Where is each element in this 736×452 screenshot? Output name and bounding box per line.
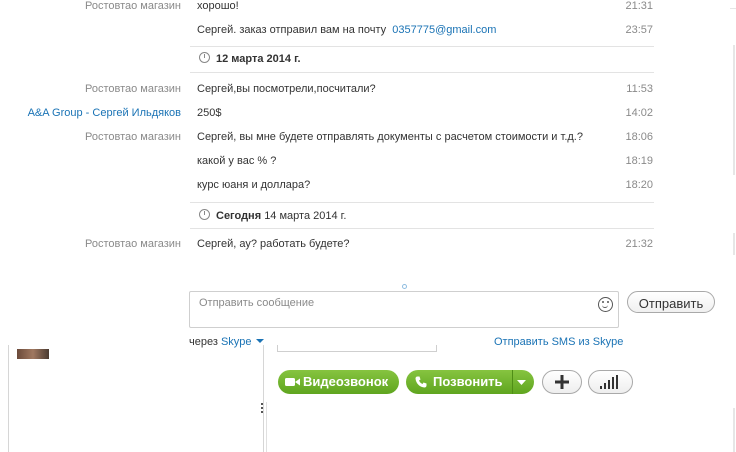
clock-icon (199, 209, 210, 220)
divider (266, 402, 267, 452)
date-separator: Сегодня 14 марта 2014 г. (199, 209, 346, 222)
chevron-down-icon[interactable] (517, 380, 526, 386)
call-quality-button[interactable] (588, 370, 633, 394)
message-time: 18:06 (625, 131, 653, 143)
add-people-button[interactable] (542, 370, 582, 394)
message-text: курс юаня и доллара? (197, 179, 311, 191)
message-input[interactable] (197, 296, 591, 310)
message-text: Сергей,вы посмотрели,посчитали? (197, 83, 376, 95)
plus-icon (555, 375, 569, 389)
window-edge (730, 8, 736, 9)
video-call-label: Видеозвонок (303, 374, 389, 389)
message-text: Сергей, вы мне будете отправлять докумен… (197, 131, 583, 143)
video-call-button[interactable]: Видеозвонок (278, 370, 399, 394)
message-time: 18:20 (625, 179, 653, 191)
clock-icon (199, 52, 210, 63)
divider (190, 228, 654, 229)
message-time: 18:19 (625, 155, 653, 167)
call-button[interactable]: Позвонить (406, 370, 534, 394)
email-link[interactable]: 0357775@gmail.com (392, 24, 496, 36)
message-text: какой у вас % ? (197, 155, 277, 167)
avatar[interactable] (17, 349, 49, 359)
date-label: Сегодня (216, 210, 262, 222)
message-sender: Ростовтао магазин (84, 0, 181, 12)
message-sender: Ростовтао магазин (84, 238, 181, 250)
message-time: 23:57 (625, 24, 653, 36)
message-text: хорошо! (197, 0, 239, 12)
contact-panel (8, 345, 264, 452)
date-separator: 12 марта 2014 г. (199, 52, 301, 65)
message-time: 11:53 (626, 83, 653, 95)
message-input-box[interactable] (189, 291, 619, 328)
message-text: Сергей, ау? работать будете? (197, 238, 350, 250)
chevron-down-icon[interactable] (255, 339, 264, 343)
message-text: Сергей. заказ отправил вам на почту (197, 24, 387, 36)
message-time: 21:31 (625, 0, 653, 12)
emoticon-icon[interactable] (598, 297, 613, 312)
resize-handle[interactable] (402, 284, 407, 289)
divider (190, 72, 654, 73)
signal-bars-icon (600, 375, 618, 389)
message-time: 14:02 (625, 107, 653, 119)
panel-splitter[interactable] (261, 403, 264, 415)
video-camera-icon (285, 378, 300, 386)
date-label: 12 марта 2014 г. (216, 53, 301, 65)
divider (512, 370, 513, 394)
field-border (277, 351, 437, 352)
message-text: 250$ (197, 107, 222, 119)
send-button[interactable]: Отправить (627, 291, 715, 313)
call-label: Позвонить (433, 374, 503, 389)
window-edge (733, 408, 735, 452)
message-text-with-link: Сергей. заказ отправил вам на почту 0357… (197, 24, 496, 36)
message-sender: Ростовтао магазин (84, 131, 181, 143)
window-edge (733, 233, 735, 255)
window-edge (733, 45, 735, 175)
contact-name-link[interactable]: A&A Group - Сергей Ильдяков (0, 107, 181, 119)
date-value: 14 марта 2014 г. (264, 210, 347, 222)
divider (190, 202, 654, 203)
phone-icon (415, 376, 427, 388)
field-border (436, 345, 437, 352)
message-time: 21:32 (625, 238, 653, 250)
message-sender: Ростовтао магазин (84, 83, 181, 95)
divider (190, 46, 654, 47)
send-sms-link[interactable]: Отправить SMS из Skype (494, 336, 623, 348)
